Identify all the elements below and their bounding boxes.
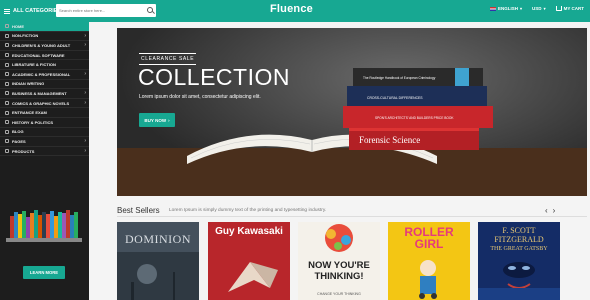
chevron-right-icon: › [84, 90, 86, 97]
sidebar-item-literature[interactable]: LIBRATURE & FICTION [0, 60, 89, 70]
cart-label: MY CART [563, 6, 584, 11]
book-spine-title: SPON'S ARCHITECTS' AND BUILDERS PRICE BO… [375, 116, 454, 120]
sidebar-item-history[interactable]: HISTORY & POLITICS [0, 118, 89, 128]
book-title: NOW YOU'RE THINKING! [308, 260, 370, 282]
flag-icon [490, 6, 497, 11]
sidebar-item-blog[interactable]: BLOG [0, 128, 89, 138]
category-icon [5, 91, 9, 96]
sidebar-item-childrens[interactable]: CHILDREN'S & YOUNG ADULT › [0, 41, 89, 51]
sidebar-item-indian-writing[interactable]: INDIAN WRITING [0, 80, 89, 90]
sidebar-item-label: EDUCATIONAL SOFTWARE [12, 52, 65, 58]
cart-button[interactable]: MY CART [555, 6, 584, 11]
home-icon [5, 24, 9, 29]
sidebar-item-home[interactable]: HOME [0, 22, 89, 32]
banner-title: COLLECTION [138, 64, 290, 90]
category-icon [5, 72, 9, 77]
site-logo[interactable]: Fluence [270, 3, 313, 15]
sidebar-item-label: PAGES [12, 138, 26, 144]
category-icon [5, 149, 9, 154]
banner-description: Lorem ipsum dolor sit amet, consectetur … [139, 94, 261, 100]
chevron-down-icon: ▾ [543, 6, 546, 11]
chevron-right-icon: › [84, 71, 86, 78]
category-icon [5, 110, 9, 115]
header-right-nav: ENGLISH ▾ USD ▾ MY CART [490, 6, 584, 11]
sidebar-item-label: BLOG [12, 129, 24, 135]
category-icon [5, 120, 9, 125]
prev-arrow-icon[interactable]: ‹ [545, 206, 548, 215]
category-icon [5, 101, 9, 106]
chevron-right-icon: › [84, 42, 86, 49]
category-icon [5, 81, 9, 86]
chevron-right-icon: › [84, 138, 86, 145]
book-spine-title: Forensic Science [359, 135, 420, 145]
all-categories-label: ALL CATEGORIES [13, 8, 62, 14]
sidebar-item-label: BUSINESS & MANAGEMENT [12, 90, 67, 96]
learn-more-button[interactable]: LEARN MORE [23, 266, 65, 279]
sidebar-item-label: LIBRATURE & FICTION [12, 62, 56, 68]
chevron-right-icon: › [84, 32, 86, 39]
sidebar-item-comics[interactable]: COMICS & GRAPHIC NOVELS › [0, 99, 89, 109]
product-card[interactable]: F. SCOTT FITZGERALD THE GREAT GATSBY [478, 222, 560, 300]
cart-icon [555, 6, 562, 11]
book-spine-title: The Routledge Handbook of European Crimi… [363, 76, 436, 80]
language-selector[interactable]: ENGLISH ▾ [490, 6, 522, 11]
origami-bird-icon [228, 262, 278, 292]
book-cover-art [419, 260, 437, 299]
sidebar-item-label: COMICS & GRAPHIC NOVELS [12, 100, 70, 106]
product-card[interactable]: DOMINION [117, 222, 199, 300]
sidebar-item-educational-software[interactable]: EDUCATIONAL SOFTWARE [0, 51, 89, 61]
arrow-right-icon: › [168, 117, 170, 123]
book-subtitle: CHANGE YOUR THINKING [317, 292, 361, 296]
currency-selector[interactable]: USD ▾ [532, 6, 546, 11]
category-icon [5, 33, 9, 38]
sidebar-item-academic[interactable]: ACADEMIC & PROFESSIONAL › [0, 70, 89, 80]
best-sellers-nav: ‹ › [545, 206, 555, 215]
all-categories-button[interactable]: ALL CATEGORIES [4, 4, 61, 18]
book-spine-title: CROSS-CULTURAL DIFFERENCES [367, 96, 423, 100]
book-cover-art [478, 262, 560, 300]
sidebar-item-label: CHILDREN'S & YOUNG ADULT [12, 42, 71, 48]
hero-banner: The Routledge Handbook of European Crimi… [117, 28, 587, 196]
currency-label: USD [532, 6, 542, 11]
sidebar-item-products[interactable]: PRODUCTS › [0, 147, 89, 157]
sidebar-item-label: INDIAN WRITING [12, 81, 45, 87]
category-icon [5, 53, 9, 58]
category-icon [5, 43, 9, 48]
product-card[interactable]: NOW YOU'RE THINKING! CHANGE YOUR THINKIN… [298, 222, 380, 300]
search-icon[interactable] [147, 7, 153, 13]
best-sellers-title: Best Sellers [117, 206, 160, 215]
category-icon [5, 62, 9, 67]
sidebar-item-label: PRODUCTS [12, 148, 35, 154]
chevron-down-icon: ▾ [520, 6, 523, 11]
sidebar-item-label: HISTORY & POLITICS [12, 119, 54, 125]
category-icon [5, 129, 9, 134]
category-sidebar: HOME NON-FICTION › CHILDREN'S & YOUNG ADU… [0, 22, 89, 300]
book-cover-art [117, 252, 199, 300]
sidebar-item-label: ACADEMIC & PROFESSIONAL [12, 71, 71, 77]
product-card[interactable]: Guy Kawasaki [208, 222, 290, 300]
sidebar-item-label: ENTRANCE EXAM [12, 110, 47, 116]
sidebar-item-label: HOME [12, 23, 24, 29]
sidebar-item-business[interactable]: BUSINESS & MANAGEMENT › [0, 89, 89, 99]
buy-now-button[interactable]: BUY NOW › [139, 113, 175, 127]
bookshelf-image [6, 207, 82, 242]
search-input[interactable] [56, 8, 144, 13]
search-box[interactable] [56, 4, 156, 17]
divider [117, 216, 587, 217]
best-sellers-description: Lorem Ipsum is simply dummy text of the … [169, 208, 327, 213]
sidebar-item-entrance-exam[interactable]: ENTRANCE EXAM [0, 108, 89, 118]
menu-icon [4, 8, 10, 14]
next-arrow-icon[interactable]: › [553, 206, 556, 215]
buy-now-label: BUY NOW [144, 117, 167, 123]
sidebar-item-non-fiction[interactable]: NON-FICTION › [0, 32, 89, 42]
sidebar-item-label: NON-FICTION [12, 33, 39, 39]
chevron-right-icon: › [84, 148, 86, 155]
chevron-right-icon: › [84, 100, 86, 107]
sidebar-item-pages[interactable]: PAGES › [0, 137, 89, 147]
category-icon [5, 139, 9, 144]
language-label: ENGLISH [498, 6, 519, 11]
top-bar: ALL CATEGORIES Fluence ENGLISH ▾ USD ▾ M… [0, 0, 590, 22]
product-card[interactable]: ROLLER GIRL [388, 222, 470, 300]
